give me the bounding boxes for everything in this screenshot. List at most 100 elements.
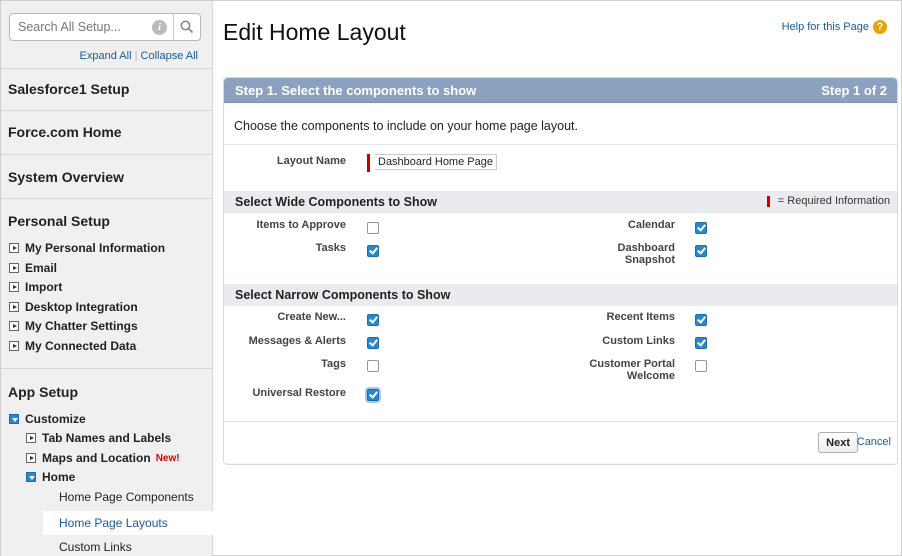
label-line: Snapshot [624,254,675,266]
expand-triangle-icon[interactable] [9,341,19,351]
setup-sidebar: Search All Setup... i Expand All | Colla… [1,1,213,556]
customer-portal-welcome-checkbox[interactable] [695,360,707,372]
sidebar-item-email[interactable]: Email [9,261,57,275]
section-header-title: Select Narrow Components to Show [235,288,451,302]
universal-restore-checkbox[interactable] [367,389,379,401]
item-label: My Chatter Settings [25,319,138,333]
universal-restore-label: Universal Restore [252,387,346,399]
item-label: Email [25,261,58,275]
help-link[interactable]: Help for this Page? [782,20,887,34]
label-line: Dashboard [617,242,675,254]
create-new-checkbox[interactable] [367,314,379,326]
collapse-triangle-icon[interactable] [9,414,19,424]
sidebar-item-customize[interactable]: Customize [9,412,86,426]
sidebar-item-my-personal-information[interactable]: My Personal Information [9,241,165,255]
layout-name-label: Layout Name [276,155,346,167]
required-marker-icon [766,195,770,207]
item-label: Import [25,280,63,294]
tasks-label: Tasks [315,242,346,254]
layout-name-field[interactable]: Dashboard Home Page [367,154,502,172]
search-input[interactable]: Search All Setup... [10,20,152,34]
page-title: Edit Home Layout [223,19,406,45]
wide-components-header: Select Wide Components to Show = Require… [224,191,897,213]
edit-layout-panel: Step 1. Select the components to show St… [223,77,898,465]
expand-all-link[interactable]: Expand All [80,50,132,62]
cancel-link[interactable]: Cancel [857,436,891,448]
collapse-all-link[interactable]: Collapse All [141,50,198,62]
section-force-home[interactable]: Force.com Home [1,110,212,154]
help-label[interactable]: Help for this Page [782,21,869,33]
tags-checkbox[interactable] [367,360,379,372]
sidebar-item-custom-links[interactable]: Custom Links [59,540,132,554]
sidebar-item-tab-names-and-labels[interactable]: Tab Names and Labels [26,431,171,445]
tasks-checkbox[interactable] [367,245,379,257]
search-icon[interactable] [173,14,200,40]
expand-triangle-icon[interactable] [9,263,19,273]
section-header-title: Select Wide Components to Show [235,195,437,209]
new-badge: New! [155,452,180,464]
expand-triangle-icon[interactable] [9,321,19,331]
section-title: System Overview [8,169,124,185]
narrow-components-header: Select Narrow Components to Show [224,284,897,306]
expand-triangle-icon[interactable] [26,453,36,463]
items-to-approve-label: Items to Approve [256,219,346,231]
expand-triangle-icon[interactable] [9,282,19,292]
sidebar-item-home-page-components[interactable]: Home Page Components [59,490,194,504]
step-title: Step 1. Select the components to show [235,82,477,98]
item-label: Desktop Integration [25,300,138,314]
sidebar-item-home[interactable]: Home [26,470,75,484]
sidebar-item-my-chatter-settings[interactable]: My Chatter Settings [9,319,138,333]
sidebar-item-maps-and-location[interactable]: Maps and Location New! [26,451,180,465]
help-icon[interactable]: ? [873,20,887,34]
item-label: My Personal Information [25,241,166,255]
item-label: Home [42,470,76,484]
section-salesforce1-setup[interactable]: Salesforce1 Setup [1,68,212,110]
item-label: Maps and Location [42,451,151,465]
label-line: Customer Portal [589,358,675,370]
layout-name-value[interactable]: Dashboard Home Page [375,154,497,170]
recent-items-checkbox[interactable] [695,314,707,326]
item-label: My Connected Data [25,339,137,353]
required-info-legend: = Required Information [766,195,890,207]
dashboard-snapshot-label: Dashboard Snapshot [618,242,675,266]
label-line: Welcome [626,370,675,382]
sidebar-item-my-connected-data[interactable]: My Connected Data [9,339,136,353]
expand-triangle-icon[interactable] [26,433,36,443]
custom-links-checkbox[interactable] [695,337,707,349]
section-title[interactable]: App Setup [1,369,212,400]
create-new-label: Create New... [277,311,346,323]
info-icon[interactable]: i [152,19,167,35]
required-info-text: = Required Information [777,195,890,207]
items-to-approve-checkbox[interactable] [367,222,379,234]
messages-alerts-checkbox[interactable] [367,337,379,349]
sidebar-item-desktop-integration[interactable]: Desktop Integration [9,300,138,314]
expand-triangle-icon[interactable] [9,243,19,253]
messages-alerts-label: Messages & Alerts [248,335,346,347]
sidebar-item-home-page-layouts[interactable]: Home Page Layouts [43,511,213,535]
item-label: Customize [25,412,86,426]
tags-label: Tags [321,358,346,370]
panel-footer: Next Cancel [224,421,897,463]
customer-portal-welcome-label: Customer Portal Welcome [589,358,675,382]
step-count: Step 1 of 2 [821,82,887,98]
recent-items-label: Recent Items [606,311,675,323]
calendar-label: Calendar [627,219,675,231]
sidebar-item-import[interactable]: Import [9,280,62,294]
section-title: Force.com Home [8,124,122,140]
setup-search-box[interactable]: Search All Setup... i [9,13,201,41]
section-system-overview[interactable]: System Overview [1,154,212,198]
custom-links-label: Custom Links [602,335,675,347]
expand-triangle-icon[interactable] [9,302,19,312]
panel-body: Choose the components to include on your… [224,102,897,463]
section-title[interactable]: Personal Setup [1,199,212,229]
calendar-checkbox[interactable] [695,222,707,234]
next-button[interactable]: Next [818,432,858,453]
intro-text: Choose the components to include on your… [224,103,897,145]
dashboard-snapshot-checkbox[interactable] [695,245,707,257]
step-header: Step 1. Select the components to show St… [224,78,897,102]
expand-collapse-links: Expand All | Collapse All [80,50,198,62]
section-title: Salesforce1 Setup [8,81,130,97]
collapse-triangle-icon[interactable] [26,472,36,482]
item-label: Tab Names and Labels [42,431,172,445]
main-content: Edit Home Layout Help for this Page? Ste… [214,1,901,556]
